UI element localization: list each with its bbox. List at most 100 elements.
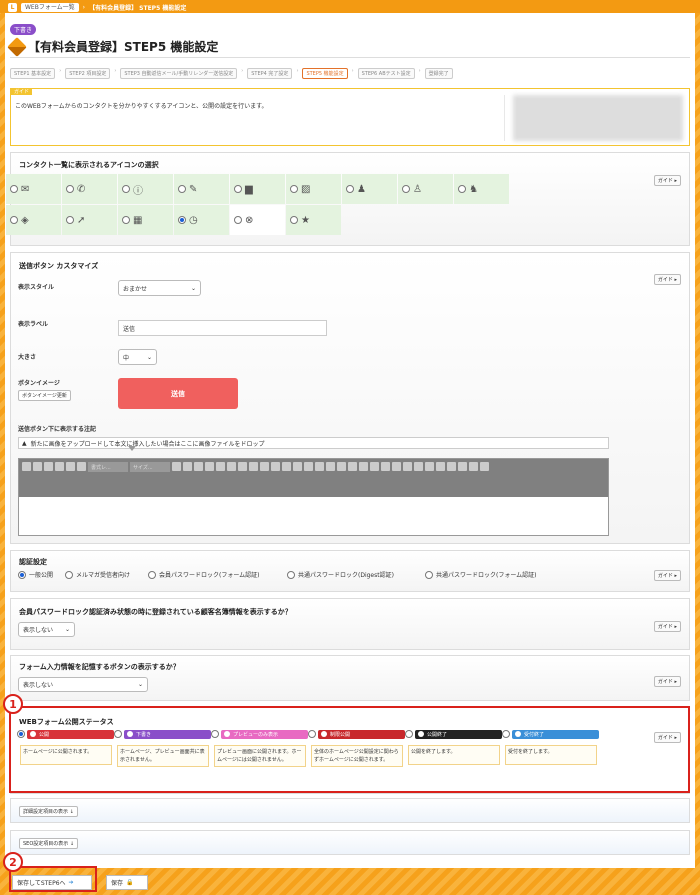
alert-icon: ⓘ [133,185,143,197]
toolbar-icon[interactable] [414,462,423,471]
breadcrumb-item-forms[interactable]: WEBフォーム一覧 [21,3,79,12]
toolbar-icon[interactable] [304,462,313,471]
icon-option[interactable]: ⊗ [230,205,285,235]
rich-text-editor[interactable]: 書式レ... サイズ... [18,458,609,536]
auth-option[interactable]: 会員パスワードロック(フォーム認証) [148,570,260,579]
toolbar-icon[interactable] [469,462,478,471]
toolbar-icon[interactable] [458,462,467,471]
member-info-section: 会員パスワードロック認証済み状態の時に登録されている顧客名簿情報を表示するか？ … [10,598,690,650]
remember-section-title: フォーム入力情報を記憶するボタンの表示するか？ [19,663,180,671]
remember-select[interactable]: 表示しない ⌄ [18,677,148,692]
toolbar-icon[interactable] [381,462,390,471]
toolbar-icon[interactable] [249,462,258,471]
editor-toolbar: 書式レ... サイズ... [19,459,608,497]
image-drop-zone[interactable]: ▲ 新たに画像をアップロードして本文に挿入したい場合はここに画像ファイルをドロップ [18,437,609,449]
toolbar-icon[interactable] [205,462,214,471]
format-select[interactable]: 書式レ... [88,462,128,472]
guide-button[interactable]: ガイド ▸ [653,621,681,632]
icon-option[interactable]: ▨ [286,174,341,204]
toolbar-icon[interactable] [480,462,489,471]
toolbar-icon[interactable] [326,462,335,471]
image-label: ボタンイメージ [18,380,60,387]
guide-button[interactable]: ガイド ▸ [653,274,681,285]
toolbar-icon[interactable] [392,462,401,471]
guide-button[interactable]: ガイド ▸ [653,570,681,581]
icon-option[interactable]: ✎ [174,174,229,204]
toolbar-icon[interactable] [359,462,368,471]
guide-image [513,95,683,141]
callout-2: 2 [3,852,23,872]
send-section-title: 送信ボタン カスタマイズ [19,262,99,270]
toolbar-icon[interactable] [66,462,75,471]
toolbar-icon[interactable] [403,462,412,471]
icon-option[interactable]: ▆ [230,174,285,204]
toolbar-icon[interactable] [216,462,225,471]
pencil-icon: ✎ [189,183,198,195]
size-select-editor[interactable]: サイズ... [130,462,170,472]
icon-option[interactable]: ★ [286,205,341,235]
step-1[interactable]: STEP1 基本設定 [10,68,56,79]
page-title: 【有料会員登録】STEP5 機能設定 [7,36,218,57]
toolbar-icon[interactable] [238,462,247,471]
toolbar-icon[interactable] [315,462,324,471]
icon-option[interactable]: ◈ [6,205,61,235]
toolbar-icon[interactable] [183,462,192,471]
size-select[interactable]: 中 ⌄ [118,349,157,365]
toolbar-icon[interactable] [22,462,31,471]
arrow-down-icon [128,446,136,451]
icon-option[interactable]: ▦ [118,205,173,235]
step-3[interactable]: STEP3 自動返信メール/手動リレンダー送信設定 [120,68,238,79]
icon-option[interactable]: ♞ [454,174,509,204]
seo-settings-toggle[interactable]: SEO設定項目の表示 ↓ [19,838,79,849]
icon-option[interactable]: ⓘ [118,174,173,204]
toolbar-icon[interactable] [172,462,181,471]
label-input[interactable]: 送信 [118,320,327,336]
toolbar-icon[interactable] [348,462,357,471]
highlight-box-status [9,706,690,793]
toolbar-icon[interactable] [227,462,236,471]
toolbar-icon[interactable] [77,462,86,471]
chevron-down-icon: ⌄ [146,353,152,361]
step-4[interactable]: STEP4 完了設定 [247,68,293,79]
style-label: 表示スタイル [18,284,55,291]
image-icon: ▲ [22,439,27,447]
detail-settings-toggle[interactable]: 詳細設定項目の表示 ↓ [19,806,78,817]
toolbar-icon[interactable] [282,462,291,471]
icon-option[interactable]: ◷ [174,205,229,235]
member-info-select[interactable]: 表示しない ⌄ [18,622,75,637]
toolbar-icon[interactable] [436,462,445,471]
star-icon: ★ [301,214,310,226]
auth-option[interactable]: 共通パスワードロック(Digest認証) [287,570,394,579]
save-button[interactable]: 保存 🔒 [106,875,148,890]
auth-option[interactable]: 共通パスワードロック(フォーム認証) [425,570,537,579]
style-select[interactable]: おまかせ ⌄ [118,280,201,296]
icon-option[interactable]: ✆ [62,174,117,204]
image-update-button[interactable]: ボタンイメージ更新 [18,390,71,401]
toolbar-icon[interactable] [55,462,64,471]
toolbar-icon[interactable] [293,462,302,471]
step-2[interactable]: STEP2 項目設定 [65,68,111,79]
toolbar-icon[interactable] [194,462,203,471]
step-complete[interactable]: 登録完了 [424,68,453,79]
step-6[interactable]: STEP6 ABテスト設定 [357,68,415,79]
guide-button[interactable]: ガイド ▸ [653,175,681,186]
toolbar-icon[interactable] [370,462,379,471]
chevron-down-icon: ⌄ [190,284,196,292]
toolbar-icon[interactable] [260,462,269,471]
auth-option[interactable]: メルマガ受信者向け [65,570,130,579]
icon-option[interactable]: ➚ [62,205,117,235]
toolbar-icon[interactable] [447,462,456,471]
pencil-icon [7,36,27,57]
toolbar-icon[interactable] [271,462,280,471]
toolbar-icon[interactable] [337,462,346,471]
icon-option[interactable]: ♙ [398,174,453,204]
guide-button[interactable]: ガイド ▸ [653,676,681,687]
step-5[interactable]: STEP5 機能設定 [302,68,348,79]
icon-option[interactable]: ✉ [6,174,61,204]
toolbar-icon[interactable] [33,462,42,471]
auth-option[interactable]: 一般公開 [18,570,53,579]
icon-option[interactable]: ♟ [342,174,397,204]
app-logo[interactable]: L [8,3,17,12]
toolbar-icon[interactable] [425,462,434,471]
toolbar-icon[interactable] [44,462,53,471]
